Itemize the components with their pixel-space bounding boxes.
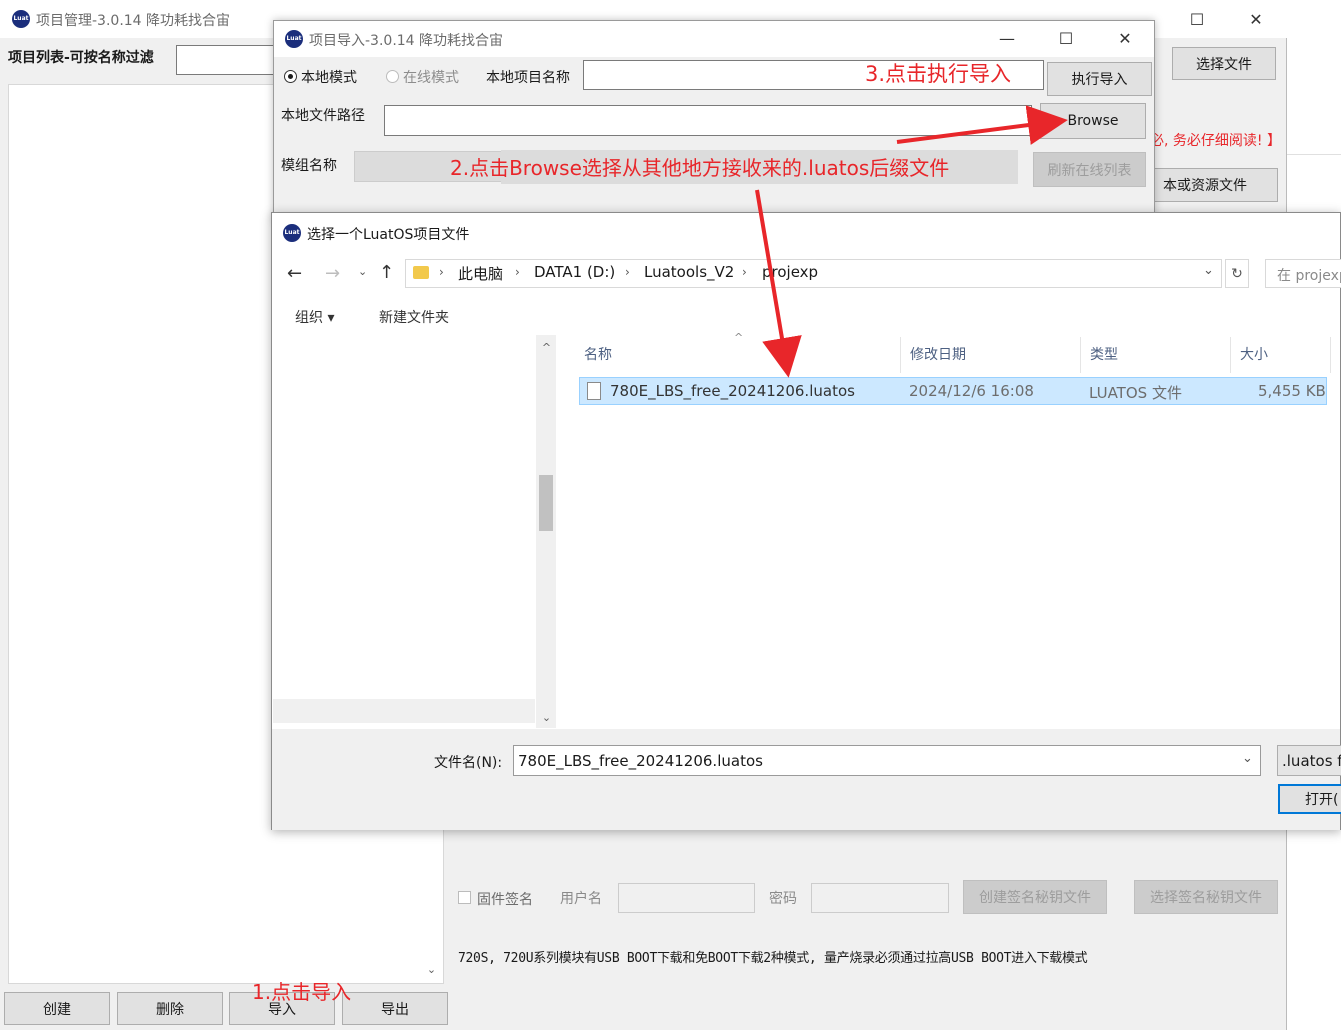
- arrow-to-browse: [896, 105, 1068, 145]
- arrow-to-file: [755, 189, 802, 378]
- annotation-arrows: [755, 105, 1068, 378]
